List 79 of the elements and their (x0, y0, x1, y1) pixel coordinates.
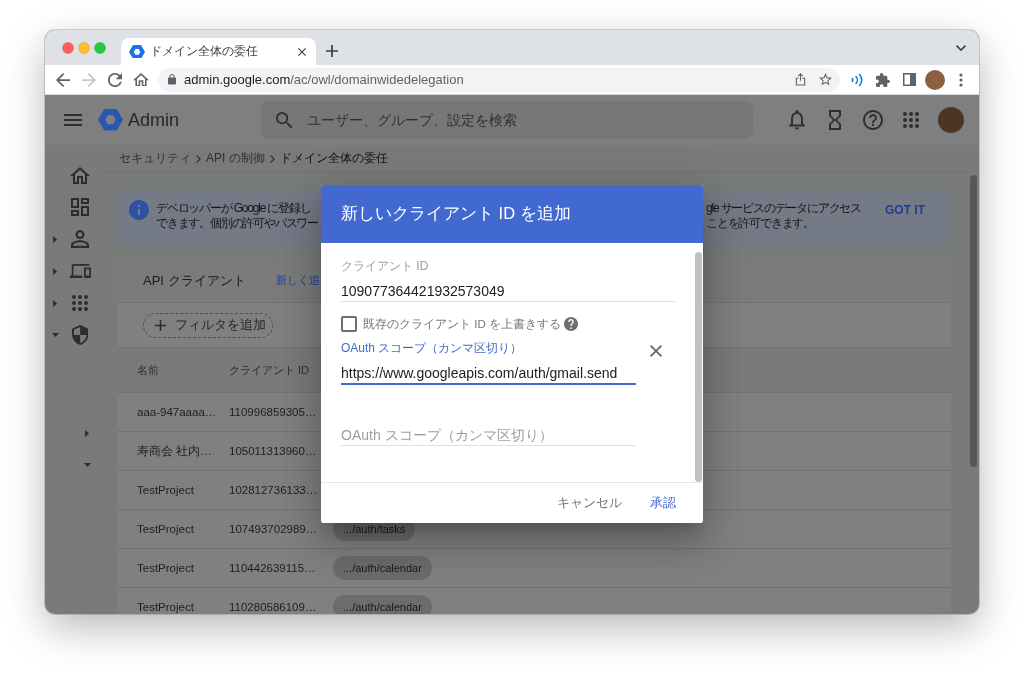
avatar-icon[interactable] (938, 107, 964, 133)
window-close-icon[interactable] (62, 42, 74, 54)
table-cell: TestProject (137, 601, 194, 613)
close-icon[interactable] (298, 47, 306, 56)
client-id-field[interactable]: クライアント ID 109077364421932573049 (341, 259, 675, 302)
browser-tab[interactable]: ドメイン全体の委任 (121, 38, 316, 65)
chevron-right-icon (269, 154, 275, 163)
extensions-icon[interactable] (876, 72, 890, 87)
scope-chip: .../auth/calendar (333, 595, 432, 614)
help-icon (563, 317, 578, 331)
cancel-button[interactable]: キャンセル (549, 488, 630, 518)
more-icon[interactable] (959, 72, 963, 87)
hexagon-favicon-icon (129, 44, 145, 59)
menu-icon[interactable] (64, 114, 82, 126)
column-header: クライアント ID (229, 363, 310, 376)
product-name: Admin (128, 109, 180, 131)
help-icon[interactable] (863, 110, 883, 130)
scope-field[interactable]: OAuth スコープ（カンマ区切り） https://www.googleapis.com/auth/gmail.send (341, 341, 636, 385)
scope-chip: .../auth/calendar (333, 556, 432, 580)
search-bar[interactable]: ユーザー、グループ、設定を検索 (261, 101, 753, 139)
checkbox-label: 既存のクライアント ID を上書きする (363, 316, 561, 332)
confirm-button[interactable]: 承認 (642, 488, 684, 518)
hourglass-icon[interactable] (829, 110, 841, 130)
search-field[interactable]: ユーザー、グループ、設定を検索 (307, 110, 753, 130)
table-cell: 110996859305… (229, 406, 317, 418)
breadcrumb-link[interactable]: セキュリティ (119, 150, 191, 167)
bell-icon[interactable] (789, 110, 805, 130)
scrollbar-thumb[interactable] (970, 175, 977, 467)
table-cell: aaa-947aaaa… (137, 406, 217, 418)
caret-right-icon[interactable] (53, 299, 57, 307)
table-cell: TestProject (137, 562, 194, 574)
table-cell: 105011313960… (229, 445, 317, 457)
banner-text: gle サービスのデータにアクセス ことを許可できます。 (706, 201, 861, 231)
avatar-icon[interactable] (925, 69, 945, 90)
table-cell: 寿商会 社内… (137, 445, 212, 457)
checkbox[interactable] (341, 316, 357, 332)
hexagon-logo-icon (98, 109, 123, 131)
back-arrow-icon[interactable] (56, 72, 70, 87)
breadcrumb-link[interactable]: API の制御 (206, 150, 265, 167)
apps-grid-icon[interactable] (72, 295, 88, 311)
table-cell: TestProject (137, 484, 194, 496)
plus-icon (155, 319, 166, 331)
home-icon[interactable] (133, 72, 149, 87)
table-cell: TestProject (137, 523, 194, 535)
table-cell: 110280586109… (229, 601, 317, 613)
new-tab-icon[interactable] (326, 45, 338, 57)
scope-field[interactable]: OAuth スコープ（カンマ区切り） (341, 425, 636, 446)
side-panel-icon[interactable] (902, 73, 916, 86)
scrollbar-thumb[interactable] (695, 252, 702, 482)
shield-icon[interactable] (71, 325, 89, 345)
caret-right-icon[interactable] (53, 267, 57, 275)
column-header: 名前 (137, 363, 159, 376)
caret-down-icon[interactable] (51, 333, 59, 337)
apps-grid-icon[interactable] (903, 112, 919, 128)
caret-down-icon[interactable] (83, 463, 91, 467)
person-icon[interactable] (71, 230, 89, 248)
star-icon[interactable] (819, 73, 832, 86)
share-icon[interactable] (795, 73, 806, 86)
breadcrumb-current: ドメイン全体の委任 (279, 150, 388, 167)
card-title: API クライアント (143, 272, 246, 288)
address-bar[interactable]: admin.google.com/ac/owl/domainwidedelegation (158, 67, 840, 92)
home-icon[interactable] (70, 166, 90, 184)
broadcast-icon[interactable] (850, 72, 864, 87)
devices-icon[interactable] (69, 264, 91, 278)
info-icon (129, 200, 149, 220)
lock-icon (168, 74, 176, 85)
banner-text: デベロッパーが Google に登録し できます。個別の許可やパスワー (156, 201, 318, 231)
close-icon[interactable] (650, 345, 662, 357)
dashboard-icon[interactable] (71, 198, 89, 216)
reload-icon[interactable] (108, 72, 122, 87)
table-cell: 107493702989… (229, 523, 318, 535)
chevron-right-icon (196, 154, 201, 163)
table-cell: 110442639115… (229, 562, 316, 574)
chevron-down-icon[interactable] (956, 44, 966, 51)
caret-right-icon[interactable] (53, 235, 57, 243)
search-icon (276, 111, 293, 129)
table-cell: 102812736133… (229, 484, 318, 496)
dialog-title: 新しいクライアント ID を追加 (341, 203, 571, 224)
caret-right-icon[interactable] (85, 429, 89, 437)
